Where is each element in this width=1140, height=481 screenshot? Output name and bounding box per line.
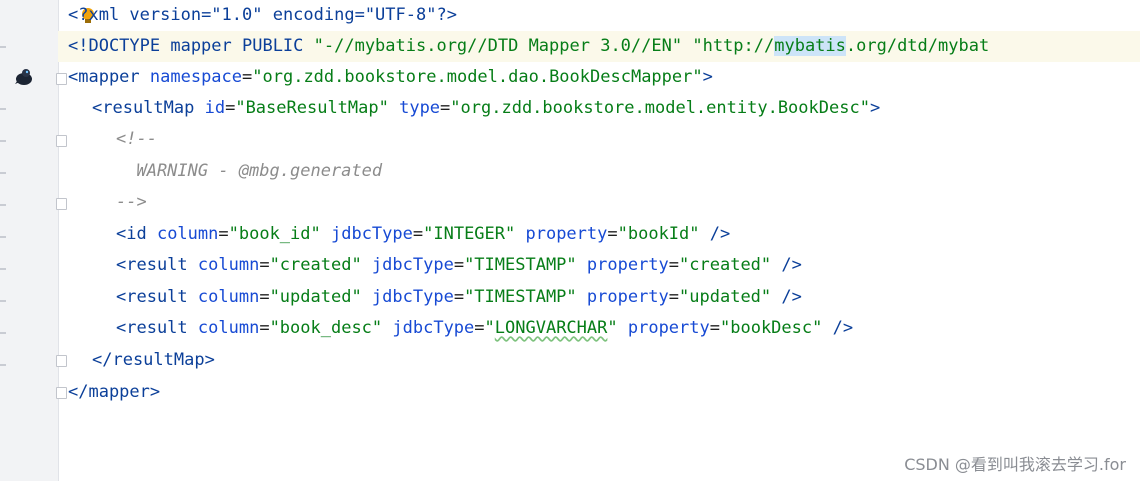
code-line-1: <?xml version="1.0" encoding="UTF-8"?>	[68, 5, 457, 25]
code-line-3: <mapper namespace="org.zdd.bookstore.mod…	[68, 67, 713, 87]
code-line-4: <resultMap id="BaseResultMap" type="org.…	[92, 98, 881, 118]
code-line-11: <result column="book_desc" jdbcType="LON…	[116, 318, 854, 338]
gutter-marker	[0, 204, 6, 206]
code-line-7: -->	[116, 192, 147, 212]
code-line-9: <result column="created" jdbcType="TIMES…	[116, 255, 802, 275]
code-line-5: <!--	[116, 129, 157, 149]
csdn-watermark: CSDN @看到叫我滚去学习.for	[904, 455, 1126, 474]
gutter-marker	[0, 300, 6, 302]
code-line-12: </resultMap>	[92, 350, 215, 370]
gutter-marker	[0, 364, 6, 366]
highlighted-word: mybatis	[774, 36, 846, 56]
spelling-squiggle: LONGVARCHAR	[494, 318, 608, 338]
code-line-10: <result column="updated" jdbcType="TIMES…	[116, 287, 802, 307]
gutter-marker	[0, 46, 6, 48]
code-editor[interactable]: <?xml version="1.0" encoding="UTF-8"?> <…	[58, 0, 1140, 481]
code-line-2: <!DOCTYPE mapper PUBLIC "-//mybatis.org/…	[68, 36, 990, 56]
gutter-marker	[0, 108, 6, 110]
gutter-marker	[0, 172, 6, 174]
gutter-marker	[0, 236, 6, 238]
mybatis-bird-icon[interactable]	[14, 68, 34, 86]
gutter-marker	[0, 140, 6, 142]
code-line-6: WARNING - @mbg.generated	[116, 161, 383, 181]
gutter-marker	[0, 268, 6, 270]
code-line-13: </mapper>	[68, 382, 161, 402]
code-line-8: <id column="book_id" jdbcType="INTEGER" …	[116, 224, 731, 244]
editor-gutter	[0, 0, 59, 481]
gutter-marker	[0, 332, 6, 334]
